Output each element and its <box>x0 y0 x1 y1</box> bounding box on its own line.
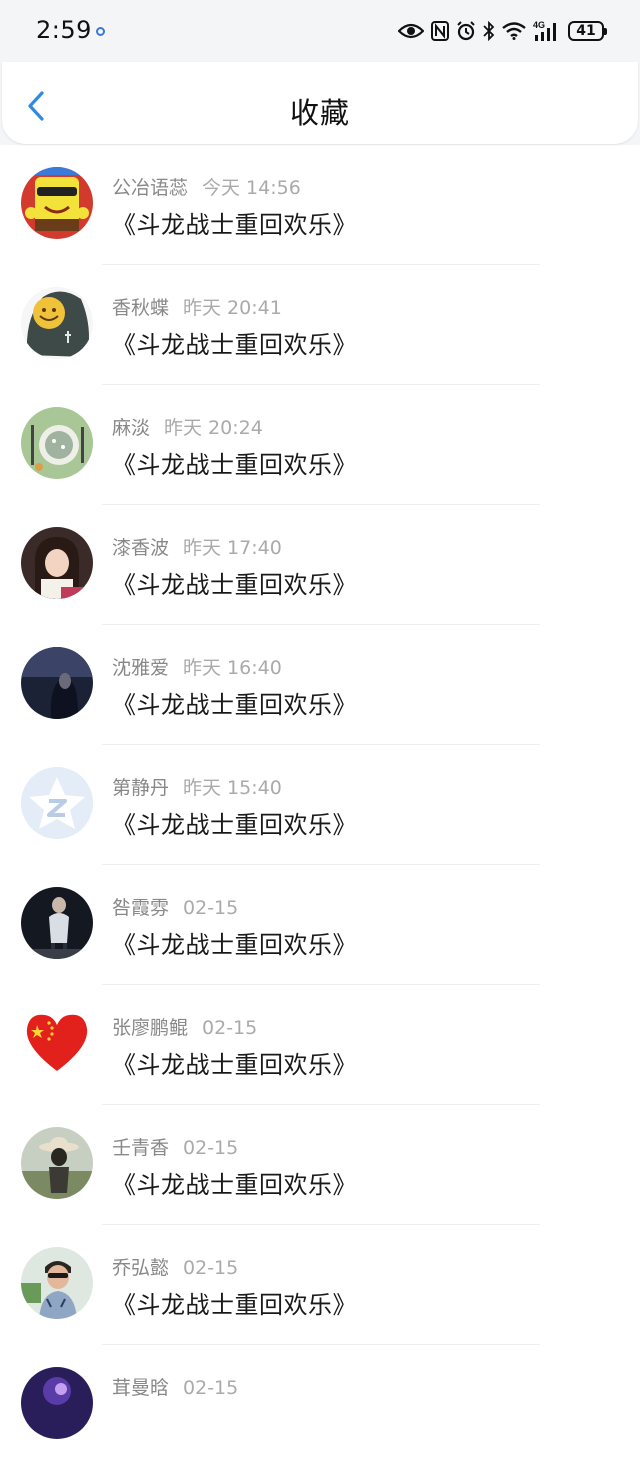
status-time: 2:59 <box>36 16 92 44</box>
list-item[interactable]: 公冶语蕊 今天 14:56 《斗龙战士重回欢乐》 <box>0 145 640 265</box>
list-item[interactable]: 乔弘懿 02-15 《斗龙战士重回欢乐》 <box>0 1225 640 1345</box>
favorite-meta: 漆香波 昨天 17:40 <box>112 533 282 560</box>
sponge-avatar[interactable] <box>21 167 93 239</box>
list-item[interactable]: 漆香波 昨天 17:40 《斗龙战士重回欢乐》 <box>0 505 640 625</box>
favorite-meta: 公冶语蕊 今天 14:56 <box>112 173 301 200</box>
list-item[interactable]: 壬青香 02-15 《斗龙战士重回欢乐》 <box>0 1105 640 1225</box>
timestamp: 今天 14:56 <box>202 177 301 199</box>
list-item[interactable]: 麻淡 昨天 20:24 《斗龙战士重回欢乐》 <box>0 385 640 505</box>
timestamp: 02-15 <box>183 897 239 919</box>
list-item[interactable]: 咎霞雰 02-15 《斗龙战士重回欢乐》 <box>0 865 640 985</box>
sender-name: 麻淡 <box>112 417 151 439</box>
timestamp: 昨天 20:41 <box>183 297 282 319</box>
favorite-meta: 麻淡 昨天 20:24 <box>112 413 263 440</box>
favorite-content: 《斗龙战士重回欢乐》 <box>112 691 357 719</box>
favorite-meta: 第静丹 昨天 15:40 <box>112 773 282 800</box>
purple-photo-avatar[interactable] <box>21 1367 93 1439</box>
status-icons: 4G 41 <box>398 18 607 44</box>
favorite-content: 《斗龙战士重回欢乐》 <box>112 571 357 599</box>
page-title: 收藏 <box>289 96 350 130</box>
sender-name: 咎霞雰 <box>112 897 170 919</box>
favorite-meta: 咎霞雰 02-15 <box>112 893 238 920</box>
favorite-content: 《斗龙战士重回欢乐》 <box>112 811 357 839</box>
list-item[interactable]: 第静丹 昨天 15:40 《斗龙战士重回欢乐》 <box>0 745 640 865</box>
silhouette-avatar[interactable] <box>21 887 93 959</box>
timestamp: 昨天 16:40 <box>183 657 282 679</box>
sender-name: 公冶语蕊 <box>112 177 189 199</box>
dark-photo-avatar[interactable] <box>21 647 93 719</box>
nfc-icon <box>431 21 449 41</box>
favorite-meta: 张廖鹏鲲 02-15 <box>112 1013 257 1040</box>
heart-flag-avatar[interactable] <box>21 1007 93 1079</box>
favorite-content: 《斗龙战士重回欢乐》 <box>112 331 357 359</box>
timestamp: 昨天 20:24 <box>164 417 263 439</box>
wifi-icon <box>502 22 526 40</box>
battery-indicator: 41 <box>568 21 607 41</box>
favorite-meta: 沈雅爱 昨天 16:40 <box>112 653 282 680</box>
signal-icon: 4G <box>533 20 561 42</box>
bluetooth-icon <box>483 21 495 41</box>
eye-icon <box>398 22 424 40</box>
sender-name: 茸曼晗 <box>112 1377 170 1399</box>
plate-avatar[interactable] <box>21 407 93 479</box>
timestamp: 昨天 17:40 <box>183 537 282 559</box>
hat-photo-avatar[interactable] <box>21 1127 93 1199</box>
timestamp: 02-15 <box>183 1257 239 1279</box>
status-bar: 2:59 4G 41 <box>0 0 640 62</box>
list-item[interactable]: 张廖鹏鲲 02-15 《斗龙战士重回欢乐》 <box>0 985 640 1105</box>
sender-name: 沈雅爱 <box>112 657 170 679</box>
sender-name: 漆香波 <box>112 537 170 559</box>
favorite-meta: 香秋蝶 昨天 20:41 <box>112 293 282 320</box>
list-item[interactable]: 茸曼晗 02-15 <box>0 1345 640 1465</box>
notification-dot-icon <box>96 27 105 36</box>
girl-photo-avatar[interactable] <box>21 527 93 599</box>
header: 收藏 <box>2 62 638 144</box>
favorite-content: 《斗龙战士重回欢乐》 <box>112 1291 357 1319</box>
favorite-meta: 乔弘懿 02-15 <box>112 1253 238 1280</box>
list-item[interactable]: 香秋蝶 昨天 20:41 《斗龙战士重回欢乐》 <box>0 265 640 385</box>
favorite-content: 《斗龙战士重回欢乐》 <box>112 931 357 959</box>
favorite-content: 《斗龙战士重回欢乐》 <box>112 211 357 239</box>
favorite-meta: 壬青香 02-15 <box>112 1133 238 1160</box>
network-type-label: 4G <box>533 20 545 30</box>
smiley-avatar[interactable] <box>21 287 93 359</box>
sender-name: 壬青香 <box>112 1137 170 1159</box>
timestamp: 昨天 15:40 <box>183 777 282 799</box>
favorite-content: 《斗龙战士重回欢乐》 <box>112 451 357 479</box>
boy-photo-avatar[interactable] <box>21 1247 93 1319</box>
list-item[interactable]: 沈雅爱 昨天 16:40 《斗龙战士重回欢乐》 <box>0 625 640 745</box>
timestamp: 02-15 <box>183 1137 239 1159</box>
timestamp: 02-15 <box>183 1377 239 1399</box>
default-qq-avatar[interactable] <box>21 767 93 839</box>
sender-name: 香秋蝶 <box>112 297 170 319</box>
favorite-content: 《斗龙战士重回欢乐》 <box>112 1171 357 1199</box>
sender-name: 张廖鹏鲲 <box>112 1017 189 1039</box>
favorites-list: 公冶语蕊 今天 14:56 《斗龙战士重回欢乐》 香秋蝶 昨天 20:41 《斗龙战… <box>0 145 640 1465</box>
favorite-content: 《斗龙战士重回欢乐》 <box>112 1051 357 1079</box>
sender-name: 乔弘懿 <box>112 1257 170 1279</box>
timestamp: 02-15 <box>202 1017 258 1039</box>
alarm-icon <box>456 21 476 41</box>
sender-name: 第静丹 <box>112 777 170 799</box>
